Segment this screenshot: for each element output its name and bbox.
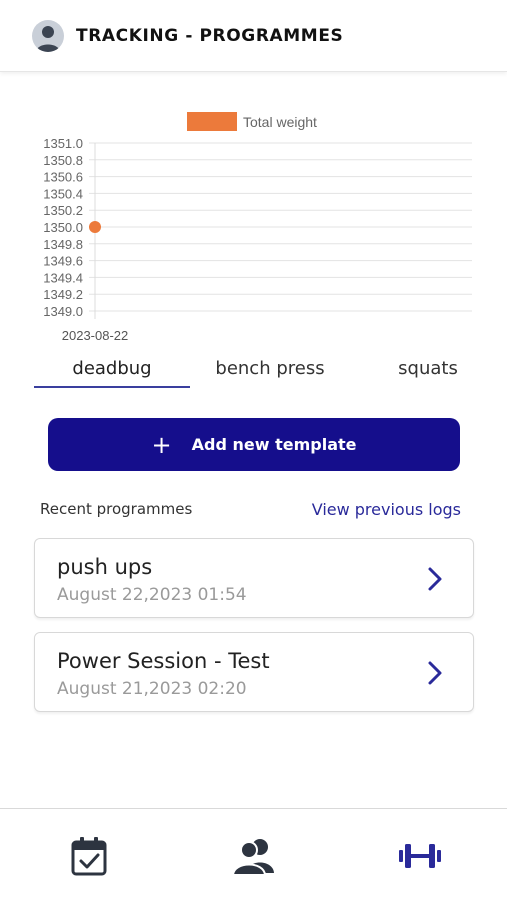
add-new-template-label: Add new template <box>191 435 357 454</box>
add-new-template-button[interactable]: + Add new template <box>48 418 460 471</box>
y-tick-label: 1350.0 <box>43 220 83 235</box>
view-previous-logs-link[interactable]: View previous logs <box>312 500 461 519</box>
y-tick-label: 1350.2 <box>43 203 83 218</box>
app-header: TRACKING - PROGRAMMES <box>0 0 507 72</box>
user-avatar-icon[interactable] <box>32 20 64 52</box>
programme-card-push-ups[interactable]: push ups August 22,2023 01:54 <box>34 538 474 618</box>
chart-legend: Total weight <box>187 112 317 131</box>
y-tick-label: 1349.4 <box>43 270 83 285</box>
y-tick-label: 1349.0 <box>43 304 83 319</box>
y-tick-label: 1351.0 <box>43 136 83 151</box>
recent-programmes-label: Recent programmes <box>40 500 193 518</box>
legend-label: Total weight <box>243 114 317 130</box>
y-tick-label: 1349.6 <box>43 254 83 269</box>
chart-x-axis: 2023-08-22 <box>62 328 129 343</box>
programme-date: August 22,2023 01:54 <box>57 585 247 605</box>
exercise-tabs: deadbug bench press squats <box>0 352 507 388</box>
dumbbell-icon[interactable] <box>398 839 442 873</box>
chart-y-axis: 1351.0 1350.8 1350.61350.4 1350.2 1350.0 1349… <box>43 136 83 319</box>
tab-bench-press[interactable]: bench press <box>192 352 348 388</box>
weight-chart: Total weight 1351.01350.81350.61350.4135… <box>43 112 472 343</box>
y-tick-label: 1349.2 <box>43 287 83 302</box>
y-tick-label: 1350.4 <box>43 186 83 201</box>
users-icon[interactable] <box>232 837 276 875</box>
bottom-navigation <box>0 808 507 900</box>
legend-swatch <box>187 112 237 131</box>
y-tick-label: 1349.8 <box>43 237 83 252</box>
programme-title: Power Session - Test <box>57 649 270 673</box>
y-tick-label: 1350.8 <box>43 153 83 168</box>
plus-icon: + <box>151 430 172 459</box>
data-point <box>89 221 101 233</box>
programme-card-power-session[interactable]: Power Session - Test August 21,2023 02:2… <box>34 632 474 712</box>
chart-series <box>89 221 101 233</box>
page-title: TRACKING - PROGRAMMES <box>76 26 344 46</box>
tab-deadbug[interactable]: deadbug <box>34 352 190 388</box>
programme-title: push ups <box>57 555 153 579</box>
chart-grid <box>89 142 472 319</box>
chevron-right-icon <box>428 567 442 591</box>
tab-squats[interactable]: squats <box>350 352 506 388</box>
y-tick-label: 1350.6 <box>43 170 83 185</box>
programme-date: August 21,2023 02:20 <box>57 679 247 699</box>
x-tick-label: 2023-08-22 <box>62 328 129 343</box>
calendar-check-icon[interactable] <box>70 835 108 877</box>
chevron-right-icon <box>428 661 442 685</box>
